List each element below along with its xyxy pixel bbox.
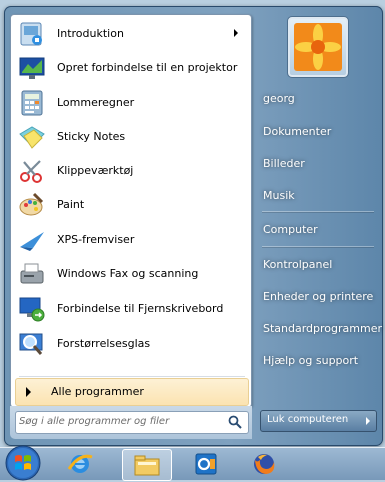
program-item-xps-viewer[interactable]: XPS-fremviser bbox=[14, 225, 248, 255]
paint-icon bbox=[19, 192, 44, 216]
program-label: Forbindelse til Fjernskrivebord bbox=[57, 302, 224, 315]
projector-icon bbox=[19, 57, 45, 79]
taskbar bbox=[0, 444, 385, 482]
program-list-panel: Introduktion Opret forbindelse til en pr… bbox=[10, 14, 252, 408]
right-item-music[interactable]: Musik bbox=[258, 183, 380, 209]
magnifier-icon bbox=[19, 333, 43, 355]
search-icon[interactable] bbox=[228, 415, 242, 429]
program-label: Lommeregner bbox=[57, 96, 135, 109]
search-input[interactable] bbox=[19, 414, 214, 429]
program-item-fax-scan[interactable]: Windows Fax og scanning bbox=[14, 259, 248, 289]
program-label: XPS-fremviser bbox=[57, 233, 135, 246]
program-label: Windows Fax og scanning bbox=[57, 267, 199, 280]
file-explorer-icon bbox=[134, 455, 160, 476]
right-item-documents[interactable]: Dokumenter bbox=[258, 119, 380, 145]
program-item-calculator[interactable]: Lommeregner bbox=[14, 88, 248, 118]
calculator-icon bbox=[21, 90, 43, 116]
taskbar-file-explorer[interactable] bbox=[122, 449, 172, 481]
shutdown-label: Luk computeren bbox=[267, 414, 349, 425]
shutdown-options-button[interactable] bbox=[360, 410, 377, 432]
program-label: Sticky Notes bbox=[57, 130, 126, 143]
right-item-label: Standardprogrammer bbox=[263, 322, 383, 335]
right-item-default-programs[interactable]: Standardprogrammer bbox=[258, 316, 383, 342]
submenu-arrow-icon[interactable] bbox=[234, 29, 238, 37]
program-item-magnifier[interactable]: Forstørrelsesglas bbox=[14, 329, 248, 359]
right-item-label: georg bbox=[263, 92, 295, 105]
program-label: Introduktion bbox=[57, 27, 124, 40]
search-box[interactable] bbox=[15, 411, 249, 434]
program-label: Paint bbox=[57, 198, 85, 211]
arrow-right-icon bbox=[366, 417, 370, 425]
right-item-label: Kontrolpanel bbox=[263, 258, 333, 271]
right-item-label: Billeder bbox=[263, 157, 305, 170]
right-item-label: Dokumenter bbox=[263, 125, 332, 138]
start-menu: Introduktion Opret forbindelse til en pr… bbox=[4, 6, 383, 446]
right-item-label: Enheder og printere bbox=[263, 290, 374, 303]
start-orb-icon[interactable] bbox=[3, 444, 43, 482]
program-item-introduktion[interactable]: Introduktion bbox=[14, 19, 248, 49]
right-item-pictures[interactable]: Billeder bbox=[258, 151, 380, 177]
program-item-paint[interactable]: Paint bbox=[14, 190, 248, 220]
program-item-snipping-tool[interactable]: Klippeværktøj bbox=[14, 156, 248, 186]
program-label: Opret forbindelse til en projektor bbox=[57, 61, 238, 74]
right-item-computer[interactable]: Computer bbox=[258, 217, 380, 243]
divider bbox=[262, 246, 374, 247]
all-programs-label: Alle programmer bbox=[51, 385, 144, 398]
right-item-help-support[interactable]: Hjælp og support bbox=[258, 348, 380, 374]
arrow-right-icon bbox=[26, 387, 31, 397]
search-area bbox=[10, 406, 252, 439]
right-item-label: Musik bbox=[263, 189, 295, 202]
right-item-control-panel[interactable]: Kontrolpanel bbox=[258, 252, 380, 278]
internet-explorer-icon bbox=[67, 454, 93, 473]
outlook-icon bbox=[195, 453, 217, 475]
user-picture[interactable] bbox=[287, 16, 349, 78]
program-label: Forstørrelsesglas bbox=[57, 337, 151, 350]
program-label: Klippeværktøj bbox=[57, 164, 134, 177]
divider bbox=[19, 376, 245, 377]
taskbar-firefox[interactable] bbox=[240, 449, 288, 479]
xps-viewer-icon bbox=[20, 232, 44, 251]
divider bbox=[262, 211, 374, 212]
all-programs-button[interactable]: Alle programmer bbox=[15, 378, 249, 406]
shutdown-button[interactable]: Luk computeren bbox=[260, 410, 361, 432]
right-item-devices-printers[interactable]: Enheder og printere bbox=[258, 284, 380, 310]
remote-desktop-icon bbox=[19, 297, 45, 322]
taskbar-internet-explorer[interactable] bbox=[56, 449, 104, 479]
firefox-icon bbox=[254, 454, 275, 474]
program-item-sticky-notes[interactable]: Sticky Notes bbox=[14, 122, 248, 152]
program-item-remote-desktop[interactable]: Forbindelse til Fjernskrivebord bbox=[14, 294, 248, 324]
right-item-label: Computer bbox=[263, 223, 318, 236]
fax-scan-icon bbox=[20, 263, 44, 284]
taskbar-outlook[interactable] bbox=[182, 449, 230, 479]
flower-icon bbox=[294, 23, 342, 71]
snipping-tool-icon bbox=[20, 160, 42, 183]
right-item-label: Hjælp og support bbox=[263, 354, 359, 367]
right-item-user[interactable]: georg bbox=[258, 86, 380, 112]
sticky-notes-icon bbox=[19, 126, 45, 149]
program-item-projector[interactable]: Opret forbindelse til en projektor bbox=[14, 53, 248, 83]
getting-started-icon bbox=[20, 22, 42, 46]
